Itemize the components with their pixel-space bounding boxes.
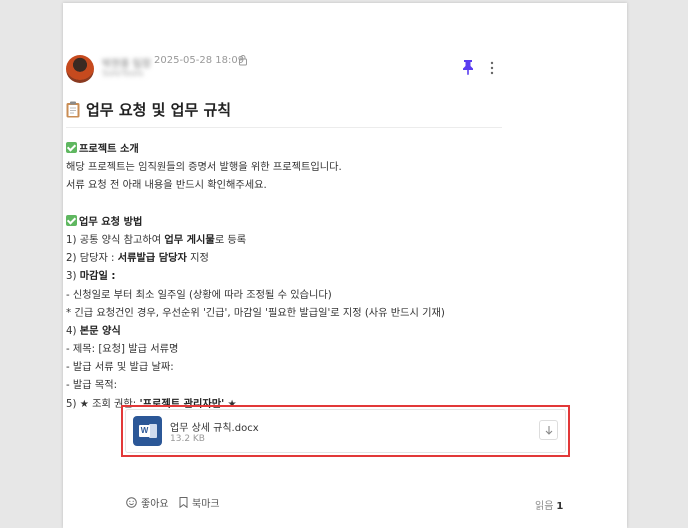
list-item: 1) 공통 양식 참고하여 업무 게시물로 등록 [66, 234, 247, 246]
post-title: 업무 요청 및 업무 규칙 [86, 101, 232, 119]
highlight-box [121, 405, 570, 457]
lock-icon [239, 55, 247, 66]
body-line: 서류 요청 전 아래 내용을 반드시 확인해주세요. [66, 180, 267, 192]
body-line: 해당 프로젝트는 임직원들의 증명서 발행을 위한 프로젝트입니다. [66, 162, 342, 174]
check-icon [66, 214, 77, 226]
read-count-number: 1 [556, 501, 564, 512]
author-name: 박현풍 팀장 [102, 59, 152, 70]
bookmark-button[interactable]: 북마크 [179, 495, 220, 510]
post-timestamp: 2025-05-28 18:09 [154, 55, 245, 66]
divider [66, 127, 502, 128]
list-item: 4) 본문 양식 [66, 325, 121, 337]
post-body: 프로젝트 소개 해당 프로젝트는 임직원들의 증명서 발행을 위한 프로젝트입니… [66, 141, 506, 414]
list-item: 3) 마감일 : [66, 271, 116, 283]
bookmark-icon [179, 497, 188, 508]
list-item: 2) 담당자 : 서류발급 담당자 지정 [66, 253, 209, 265]
smile-icon [126, 497, 137, 508]
section-heading: 프로젝트 소개 [66, 141, 506, 159]
avatar[interactable] [66, 55, 94, 83]
section-heading: 업무 요청 방법 [66, 214, 506, 232]
author-subtitle: SoloTools [102, 69, 144, 79]
more-icon[interactable] [489, 61, 495, 75]
read-count[interactable]: 읽음 1 [535, 497, 563, 512]
list-subitem: - 제목: [요청] 발급 서류명 [66, 344, 179, 356]
like-label: 좋아요 [141, 499, 169, 510]
check-icon [66, 142, 77, 153]
list-subitem: * 긴급 요청건인 경우, 우선순위 '긴급', 마감일 '필요한 발급일'로 … [66, 307, 445, 319]
list-subitem: - 신청일로 부터 최소 일주일 (상황에 따라 조정될 수 있습니다) [66, 289, 332, 301]
bookmark-label: 북마크 [192, 499, 220, 510]
read-label: 읽음 [535, 501, 554, 512]
list-subitem: - 발급 목적: [66, 380, 118, 392]
clipboard-icon [66, 101, 80, 118]
like-button[interactable]: 좋아요 [126, 495, 169, 510]
pin-icon[interactable] [462, 59, 474, 75]
list-subitem: - 발급 서류 및 발급 날짜: [66, 362, 174, 374]
post-title-row: 업무 요청 및 업무 규칙 [66, 99, 231, 120]
